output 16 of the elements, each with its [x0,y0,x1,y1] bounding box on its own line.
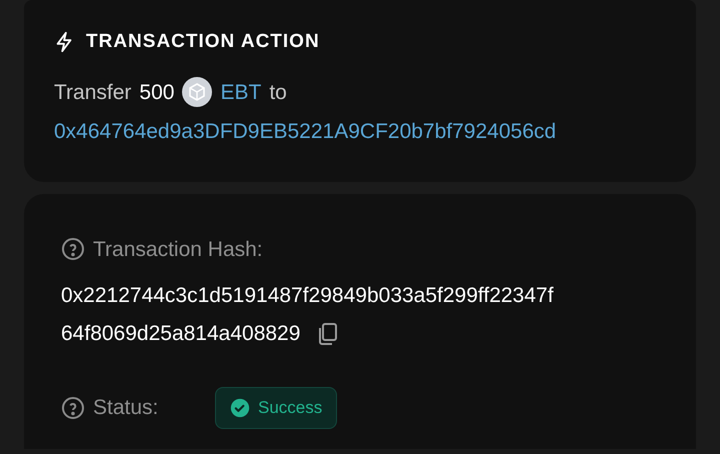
status-text: Success [258,397,322,420]
field-label: Transaction Hash: [93,236,263,262]
transaction-hash: 64f8069d25a814a408829 [61,321,300,347]
transaction-hash: 0x2212744c3c1d5191487f29849b033a5f299ff22347f [61,283,554,309]
amount: 500 [139,80,174,106]
preposition: to [269,80,287,106]
field-label: Status: [93,395,160,422]
token-icon [182,77,212,108]
recipient-address-link[interactable]: 0x464764ed9a3DFD9EB5221A9CF20b7bf7924056cd [54,116,666,148]
card-title: TRANSACTION ACTION [86,30,320,54]
help-icon [61,237,85,262]
status-icon [230,398,250,418]
help-icon [61,396,85,420]
copy-icon[interactable] [316,322,338,346]
action-verb: Transfer [54,80,132,106]
token-link[interactable]: EBT [220,76,262,108]
